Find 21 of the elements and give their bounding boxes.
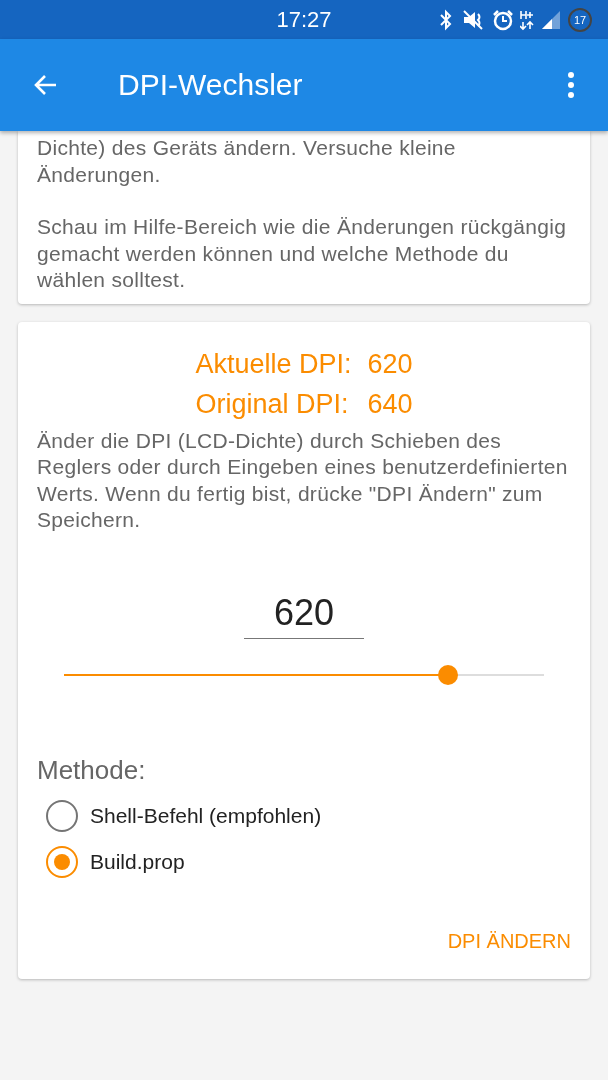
option-label: Build.prop: [90, 849, 185, 874]
battery-icon: 17: [568, 7, 592, 32]
stat-label: Original DPI:: [195, 387, 350, 421]
method-label: Methode:: [37, 754, 147, 786]
stat-label: Aktuelle DPI:: [195, 347, 352, 381]
stat-value: 640: [367, 387, 413, 421]
network-type-icon: [520, 8, 534, 31]
slider-thumb[interactable]: [438, 664, 458, 685]
alarm-icon: [492, 8, 514, 31]
radio-button[interactable]: [46, 845, 78, 878]
option-label: Shell-Befehl (empfohlen): [90, 803, 322, 828]
info-paragraph: Schau im Hilfe-Bereich wie die Änderungen rückgängig gemacht werden können und welche Methode du wählen solltest.: [37, 214, 568, 293]
radio-button[interactable]: [46, 799, 78, 832]
info-paragraph: Dichte) des Geräts ändern. Versuche kleine Änderungen.: [37, 135, 457, 188]
clock: 17:27: [276, 6, 332, 33]
app-title: DPI-Wechsler: [118, 68, 303, 102]
more-options-button[interactable]: [566, 70, 576, 100]
description: Änder die DPI (LCD-Dichte) durch Schieben des Reglers oder durch Eingeben eines benutzerdefinierten Werts. Wenn du fertig bist, drücke "DPI Ändern" zum Speichern.: [37, 427, 569, 533]
method-option[interactable]: Build.prop: [46, 845, 571, 878]
method-option[interactable]: Shell-Befehl (empfohlen): [46, 799, 571, 832]
stat-value: 620: [367, 347, 413, 381]
